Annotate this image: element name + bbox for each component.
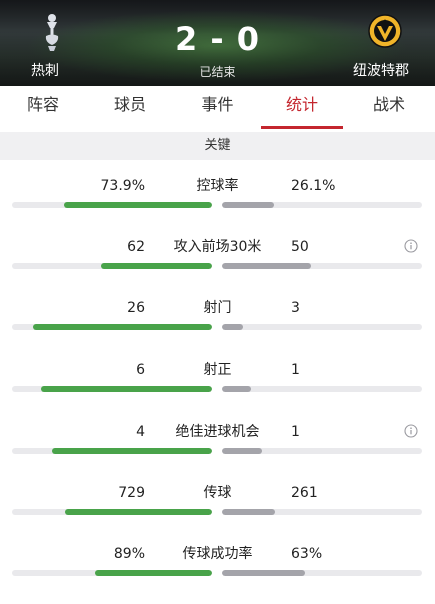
stat-row-big-chances: 4 绝佳进球机会 1: [0, 420, 435, 482]
tab-stats[interactable]: 统计: [261, 86, 343, 128]
away-bar: [222, 324, 243, 330]
away-bar: [222, 263, 312, 269]
stat-label: 射门: [203, 300, 232, 316]
away-bar: [222, 570, 305, 576]
home-bar-track: [12, 386, 212, 392]
away-bar: [222, 509, 275, 515]
away-bar-track: [222, 263, 422, 269]
away-bar-track: [222, 324, 422, 330]
away-bar: [222, 448, 262, 454]
away-value: 261: [291, 485, 318, 501]
stat-label: 传球成功率: [182, 546, 253, 562]
stat-label: 攻入前场30米: [173, 239, 262, 255]
home-bar-track: [12, 263, 212, 269]
away-bar-track: [222, 448, 422, 454]
away-value: 26.1%: [291, 178, 336, 194]
home-bar: [95, 570, 212, 576]
stat-label: 传球: [203, 485, 232, 501]
away-bar-track: [222, 202, 422, 208]
home-bar-track: [12, 324, 212, 330]
stat-row-passes: 729 传球 261: [0, 481, 435, 543]
home-bar: [64, 509, 212, 515]
away-team-crest-icon[interactable]: [368, 14, 402, 48]
stat-row-pass-accuracy: 89% 传球成功率 63%: [0, 542, 435, 604]
away-value: 1: [291, 424, 300, 440]
match-header: 热刺 2 - 0 已结束 纽波特郡: [0, 0, 435, 86]
away-bar-track: [222, 509, 422, 515]
section-header-key: 关键: [0, 132, 435, 160]
info-icon[interactable]: [404, 424, 418, 438]
stat-row-shots-on-target: 6 射正 1: [0, 358, 435, 420]
tab-bar: 阵容 球员 事件 统计 战术: [0, 86, 435, 132]
home-bar: [101, 263, 212, 269]
away-value: 63%: [291, 546, 323, 562]
stat-label: 控球率: [196, 178, 239, 194]
away-bar: [222, 386, 251, 392]
stat-row-shots: 26 射门 3: [0, 296, 435, 358]
away-bar-track: [222, 570, 422, 576]
away-bar: [222, 202, 275, 208]
active-tab-indicator: [261, 126, 343, 129]
away-value: 3: [291, 300, 300, 316]
tab-lineup[interactable]: 阵容: [0, 86, 86, 128]
home-bar: [64, 202, 212, 208]
stat-row-final-third-entries: 62 攻入前场30米 50: [0, 235, 435, 297]
tab-events[interactable]: 事件: [174, 86, 261, 128]
away-value: 50: [291, 239, 309, 255]
info-icon[interactable]: [404, 239, 418, 253]
tab-players[interactable]: 球员: [86, 86, 174, 128]
home-bar-track: [12, 509, 212, 515]
stat-label: 绝佳进球机会: [175, 424, 260, 440]
away-value: 1: [291, 362, 300, 378]
away-bar-track: [222, 386, 422, 392]
home-bar-track: [12, 448, 212, 454]
home-bar: [32, 324, 212, 330]
tab-tactics[interactable]: 战术: [343, 86, 435, 128]
home-bar: [40, 386, 212, 392]
home-bar-track: [12, 202, 212, 208]
home-bar: [52, 448, 212, 454]
away-team-name[interactable]: 纽波特郡: [353, 62, 409, 80]
stat-row-possession: 73.9% 控球率 26.1%: [0, 174, 435, 236]
home-bar-track: [12, 570, 212, 576]
stat-label: 射正: [203, 362, 232, 378]
